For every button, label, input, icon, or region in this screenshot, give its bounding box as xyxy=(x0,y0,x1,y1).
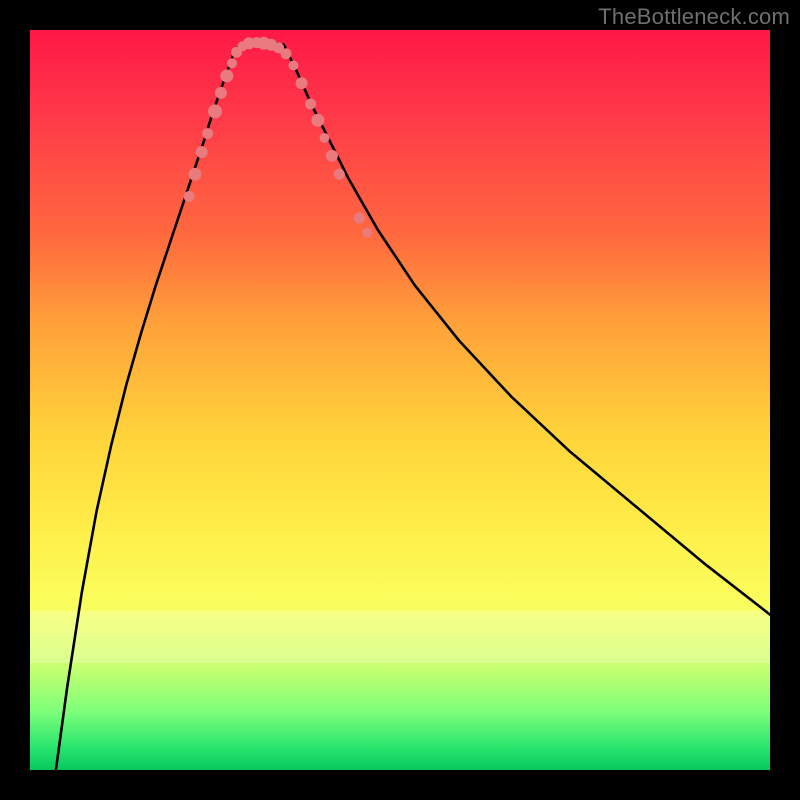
marker-dot xyxy=(326,150,338,162)
marker-dot xyxy=(196,146,208,158)
marker-dot xyxy=(227,58,237,68)
curve-layer xyxy=(30,30,770,770)
marker-dot xyxy=(220,69,233,82)
marker-dot xyxy=(215,87,227,99)
marker-dot xyxy=(334,169,345,180)
marker-dot xyxy=(281,48,292,59)
plot-area xyxy=(30,30,770,770)
marker-dot xyxy=(320,133,330,143)
marker-dot xyxy=(288,61,298,71)
marker-dot xyxy=(208,104,222,118)
marker-dot xyxy=(202,128,213,139)
data-markers xyxy=(184,37,373,238)
marker-dot xyxy=(296,77,308,89)
marker-dot xyxy=(354,213,365,224)
marker-dot xyxy=(362,228,372,238)
chart-frame: TheBottleneck.com xyxy=(0,0,800,800)
bottleneck-curve xyxy=(56,42,770,770)
marker-dot xyxy=(189,168,202,181)
marker-dot xyxy=(184,191,195,202)
marker-dot xyxy=(311,114,324,127)
watermark-text: TheBottleneck.com xyxy=(598,4,790,30)
marker-dot xyxy=(305,99,316,110)
